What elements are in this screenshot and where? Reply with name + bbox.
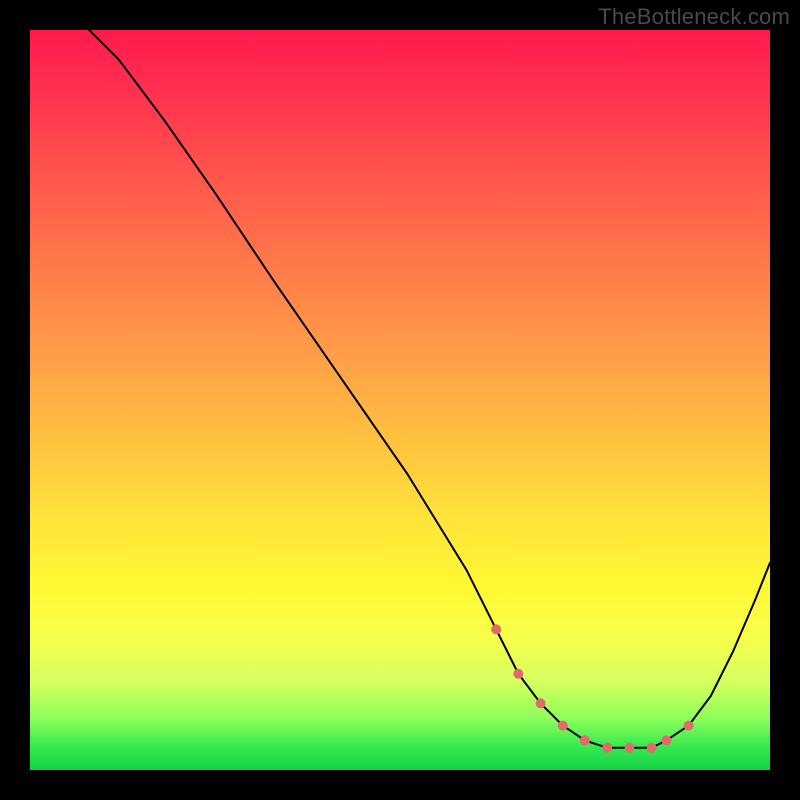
highlight-dot xyxy=(580,735,590,745)
highlight-dot xyxy=(661,735,671,745)
highlight-dot xyxy=(624,743,634,753)
highlight-dot xyxy=(558,721,568,731)
bottleneck-curve xyxy=(89,30,770,748)
highlight-dot xyxy=(536,698,546,708)
highlight-dot xyxy=(513,669,523,679)
chart-svg xyxy=(30,30,770,770)
highlight-dot xyxy=(647,743,657,753)
highlight-dot xyxy=(684,721,694,731)
chart-frame: TheBottleneck.com xyxy=(0,0,800,800)
watermark-text: TheBottleneck.com xyxy=(598,4,790,30)
highlight-dot xyxy=(602,743,612,753)
highlight-dots xyxy=(491,624,693,752)
plot-area xyxy=(30,30,770,770)
highlight-dot xyxy=(491,624,501,634)
